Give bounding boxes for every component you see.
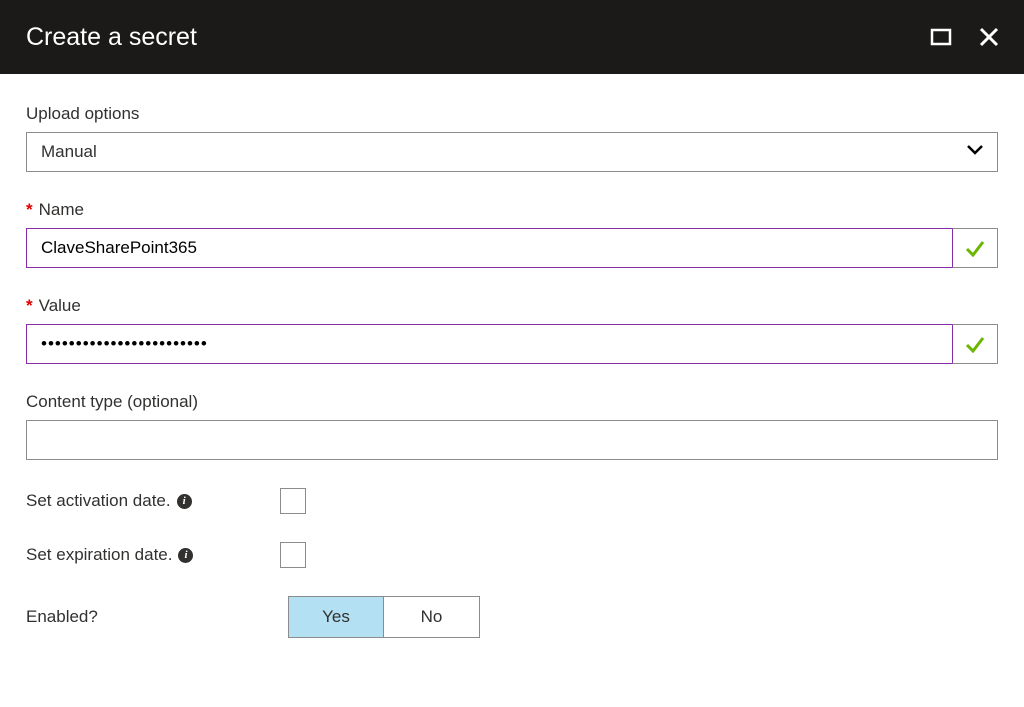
field-value: * Value [26,296,998,364]
field-expiration-date: Set expiration date. i [26,542,998,568]
field-upload-options: Upload options Manual [26,104,998,172]
info-icon[interactable]: i [178,548,193,563]
upload-options-label: Upload options [26,104,998,124]
value-valid-indicator [952,324,998,364]
required-asterisk: * [26,200,33,220]
required-asterisk: * [26,296,33,316]
close-icon [978,26,1000,48]
panel-title: Create a secret [26,23,197,52]
checkmark-icon [964,237,986,259]
form-area: Upload options Manual * Name * Value [0,74,1024,668]
value-input[interactable] [26,324,952,364]
upload-options-select[interactable]: Manual [26,132,998,172]
field-enabled: Enabled? Yes No [26,596,998,638]
content-type-input[interactable] [26,420,998,460]
expiration-checkbox[interactable] [280,542,306,568]
name-input-wrap [26,228,998,268]
enabled-label: Enabled? [26,607,236,627]
value-label-text: Value [39,296,81,316]
header-actions [924,20,1006,54]
enabled-no-button[interactable]: No [384,596,480,638]
activation-label: Set activation date. [26,491,171,511]
maximize-icon [930,26,952,48]
close-button[interactable] [972,20,1006,54]
value-input-wrap [26,324,998,364]
name-input[interactable] [26,228,952,268]
activation-checkbox[interactable] [280,488,306,514]
enabled-toggle-group: Yes No [288,596,480,638]
maximize-button[interactable] [924,20,958,54]
field-name: * Name [26,200,998,268]
field-content-type: Content type (optional) [26,392,998,460]
checkmark-icon [964,333,986,355]
content-type-label: Content type (optional) [26,392,998,412]
value-label: * Value [26,296,998,316]
name-label: * Name [26,200,998,220]
enabled-yes-button[interactable]: Yes [288,596,384,638]
upload-options-value: Manual [41,142,97,162]
activation-label-wrap: Set activation date. i [26,491,236,511]
info-icon[interactable]: i [177,494,192,509]
name-valid-indicator [952,228,998,268]
field-activation-date: Set activation date. i [26,488,998,514]
panel-header: Create a secret [0,0,1024,74]
expiration-label-wrap: Set expiration date. i [26,545,236,565]
upload-options-select-wrap: Manual [26,132,998,172]
expiration-label: Set expiration date. [26,545,172,565]
name-label-text: Name [39,200,84,220]
